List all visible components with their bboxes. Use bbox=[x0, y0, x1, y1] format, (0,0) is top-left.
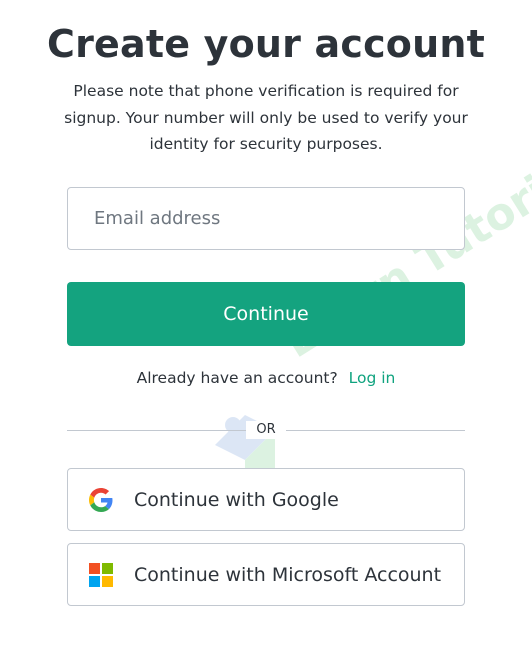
microsoft-button-label: Continue with Microsoft Account bbox=[134, 563, 442, 586]
login-link[interactable]: Log in bbox=[349, 369, 396, 387]
email-field[interactable] bbox=[67, 187, 465, 250]
continue-with-microsoft-button[interactable]: Continue with Microsoft Account bbox=[67, 543, 465, 606]
login-prompt-row: Already have an account? Log in bbox=[0, 369, 532, 387]
microsoft-logo-icon bbox=[88, 562, 114, 588]
login-prompt-text: Already have an account? bbox=[136, 369, 338, 387]
continue-button[interactable]: Continue bbox=[67, 282, 465, 346]
google-button-label: Continue with Google bbox=[134, 488, 339, 511]
divider-label: OR bbox=[246, 421, 286, 439]
page-title: Create your account bbox=[47, 22, 485, 66]
page-subtitle: Please note that phone verification is r… bbox=[64, 82, 468, 153]
continue-with-google-button[interactable]: Continue with Google bbox=[67, 468, 465, 531]
google-logo-icon bbox=[88, 487, 114, 513]
